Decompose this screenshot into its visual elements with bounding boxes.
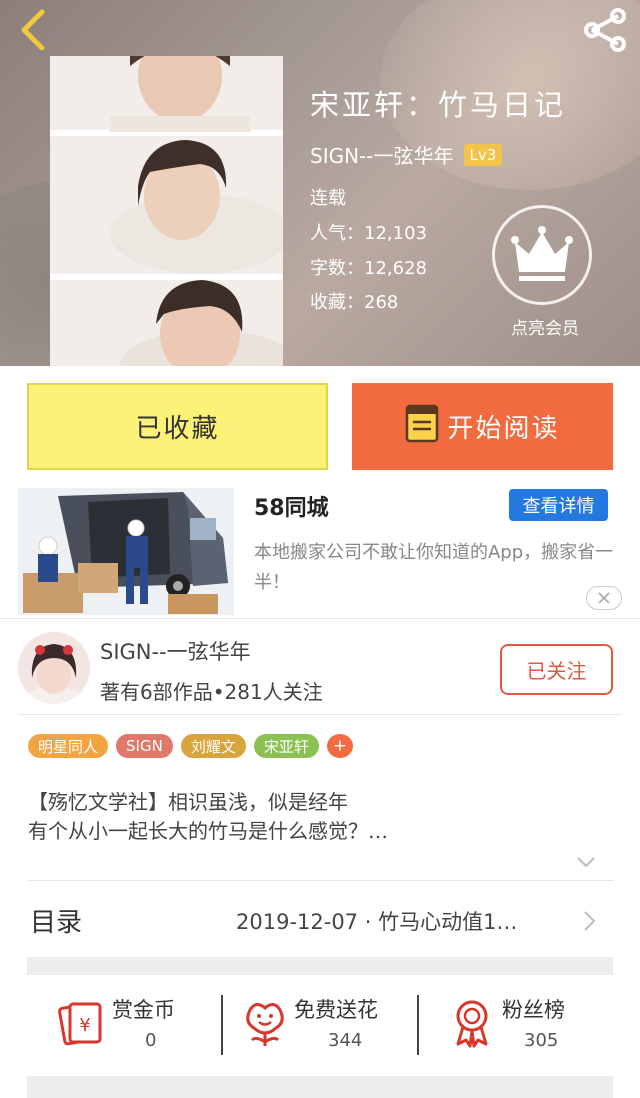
divider bbox=[221, 995, 223, 1055]
divider bbox=[417, 995, 419, 1055]
section-separator bbox=[27, 957, 613, 975]
divider bbox=[0, 618, 640, 619]
book-icon bbox=[405, 403, 439, 450]
toc-label[interactable]: 目录 bbox=[30, 902, 82, 939]
tag-item[interactable]: 刘耀文 bbox=[180, 734, 246, 758]
section-separator bbox=[27, 1076, 613, 1098]
book-intro[interactable]: 【殇忆文学社】相识虽浅，似是经年 有个从小一起长大的竹马是什么感觉？… bbox=[28, 788, 588, 846]
send-flower-label: 免费送花 bbox=[294, 998, 378, 1022]
intro-line: 【殇忆文学社】相识虽浅，似是经年 bbox=[28, 790, 348, 814]
tag-list: 明星同人 SIGN 刘耀文 宋亚轩 + bbox=[28, 734, 353, 758]
divider bbox=[28, 880, 614, 881]
favorites-stat: 收藏：268 bbox=[310, 292, 399, 313]
vip-label[interactable]: 点亮会员 bbox=[500, 314, 590, 339]
vip-crown-icon[interactable] bbox=[492, 205, 592, 305]
ad-image[interactable] bbox=[18, 488, 234, 615]
collect-button[interactable]: 已收藏 bbox=[27, 383, 328, 470]
author-card-stats: 著有6部作品•281人关注 bbox=[100, 680, 323, 704]
word-count-stat: 字数：12,628 bbox=[310, 258, 427, 279]
book-header: 宋亚轩：竹马日记 SIGN--一弦华年 Lv3 连载 人气：12,103 字数：… bbox=[0, 0, 640, 366]
level-badge: Lv3 bbox=[463, 143, 503, 166]
tag-item[interactable]: 宋亚轩 bbox=[253, 734, 319, 758]
fan-rank-count: 305 bbox=[524, 1030, 559, 1051]
share-icon[interactable] bbox=[578, 6, 630, 52]
reward-coin-button[interactable]: ¥ 赏金币 0 bbox=[50, 990, 210, 1060]
start-reading-button[interactable]: 开始阅读 bbox=[352, 383, 613, 470]
reward-coin-count: 0 bbox=[145, 1030, 157, 1051]
author-card-name[interactable]: SIGN--一弦华年 bbox=[100, 636, 251, 666]
follow-button[interactable]: 已关注 bbox=[500, 644, 613, 695]
fan-rank-label: 粉丝榜 bbox=[502, 998, 565, 1022]
serial-status: 连载 bbox=[310, 188, 346, 209]
ad-description[interactable]: 本地搬家公司不敢让你知道的App，搬家省一半！ bbox=[254, 538, 624, 598]
close-icon[interactable] bbox=[586, 586, 622, 610]
add-tag-button[interactable]: + bbox=[326, 734, 353, 758]
ad-title[interactable]: 58同城 bbox=[254, 490, 329, 522]
popularity-stat: 人气：12,103 bbox=[310, 223, 427, 244]
author-name[interactable]: SIGN--一弦华年 bbox=[310, 140, 454, 169]
book-cover[interactable] bbox=[50, 56, 283, 366]
intro-line: 有个从小一起长大的竹马是什么感觉？… bbox=[28, 819, 388, 843]
tag-item[interactable]: SIGN bbox=[116, 734, 173, 758]
svg-text:¥: ¥ bbox=[79, 1015, 90, 1036]
ad-detail-button[interactable]: 查看详情 bbox=[509, 489, 608, 521]
medal-icon bbox=[450, 998, 494, 1052]
divider bbox=[18, 714, 622, 715]
book-title: 宋亚轩：竹马日记 bbox=[310, 88, 567, 122]
reward-coin-label: 赏金币 bbox=[112, 998, 175, 1022]
chevron-right-icon[interactable] bbox=[582, 910, 596, 932]
red-envelope-icon: ¥ bbox=[54, 998, 106, 1052]
flower-icon bbox=[242, 998, 288, 1052]
start-reading-label: 开始阅读 bbox=[447, 414, 560, 444]
tag-item[interactable]: 明星同人 bbox=[28, 734, 109, 758]
latest-chapter[interactable]: 2019-12-07 · 竹马心动值1… bbox=[236, 906, 517, 936]
avatar[interactable] bbox=[18, 632, 90, 704]
collect-label: 已收藏 bbox=[135, 414, 220, 444]
back-icon[interactable] bbox=[12, 6, 56, 51]
author-row[interactable]: SIGN--一弦华年 Lv3 bbox=[310, 140, 503, 169]
fan-rank-button[interactable]: 粉丝榜 305 bbox=[448, 990, 598, 1060]
follow-label: 已关注 bbox=[526, 659, 587, 683]
chevron-down-icon[interactable] bbox=[576, 854, 596, 868]
send-flower-button[interactable]: 免费送花 344 bbox=[240, 990, 410, 1060]
send-flower-count: 344 bbox=[328, 1030, 363, 1051]
